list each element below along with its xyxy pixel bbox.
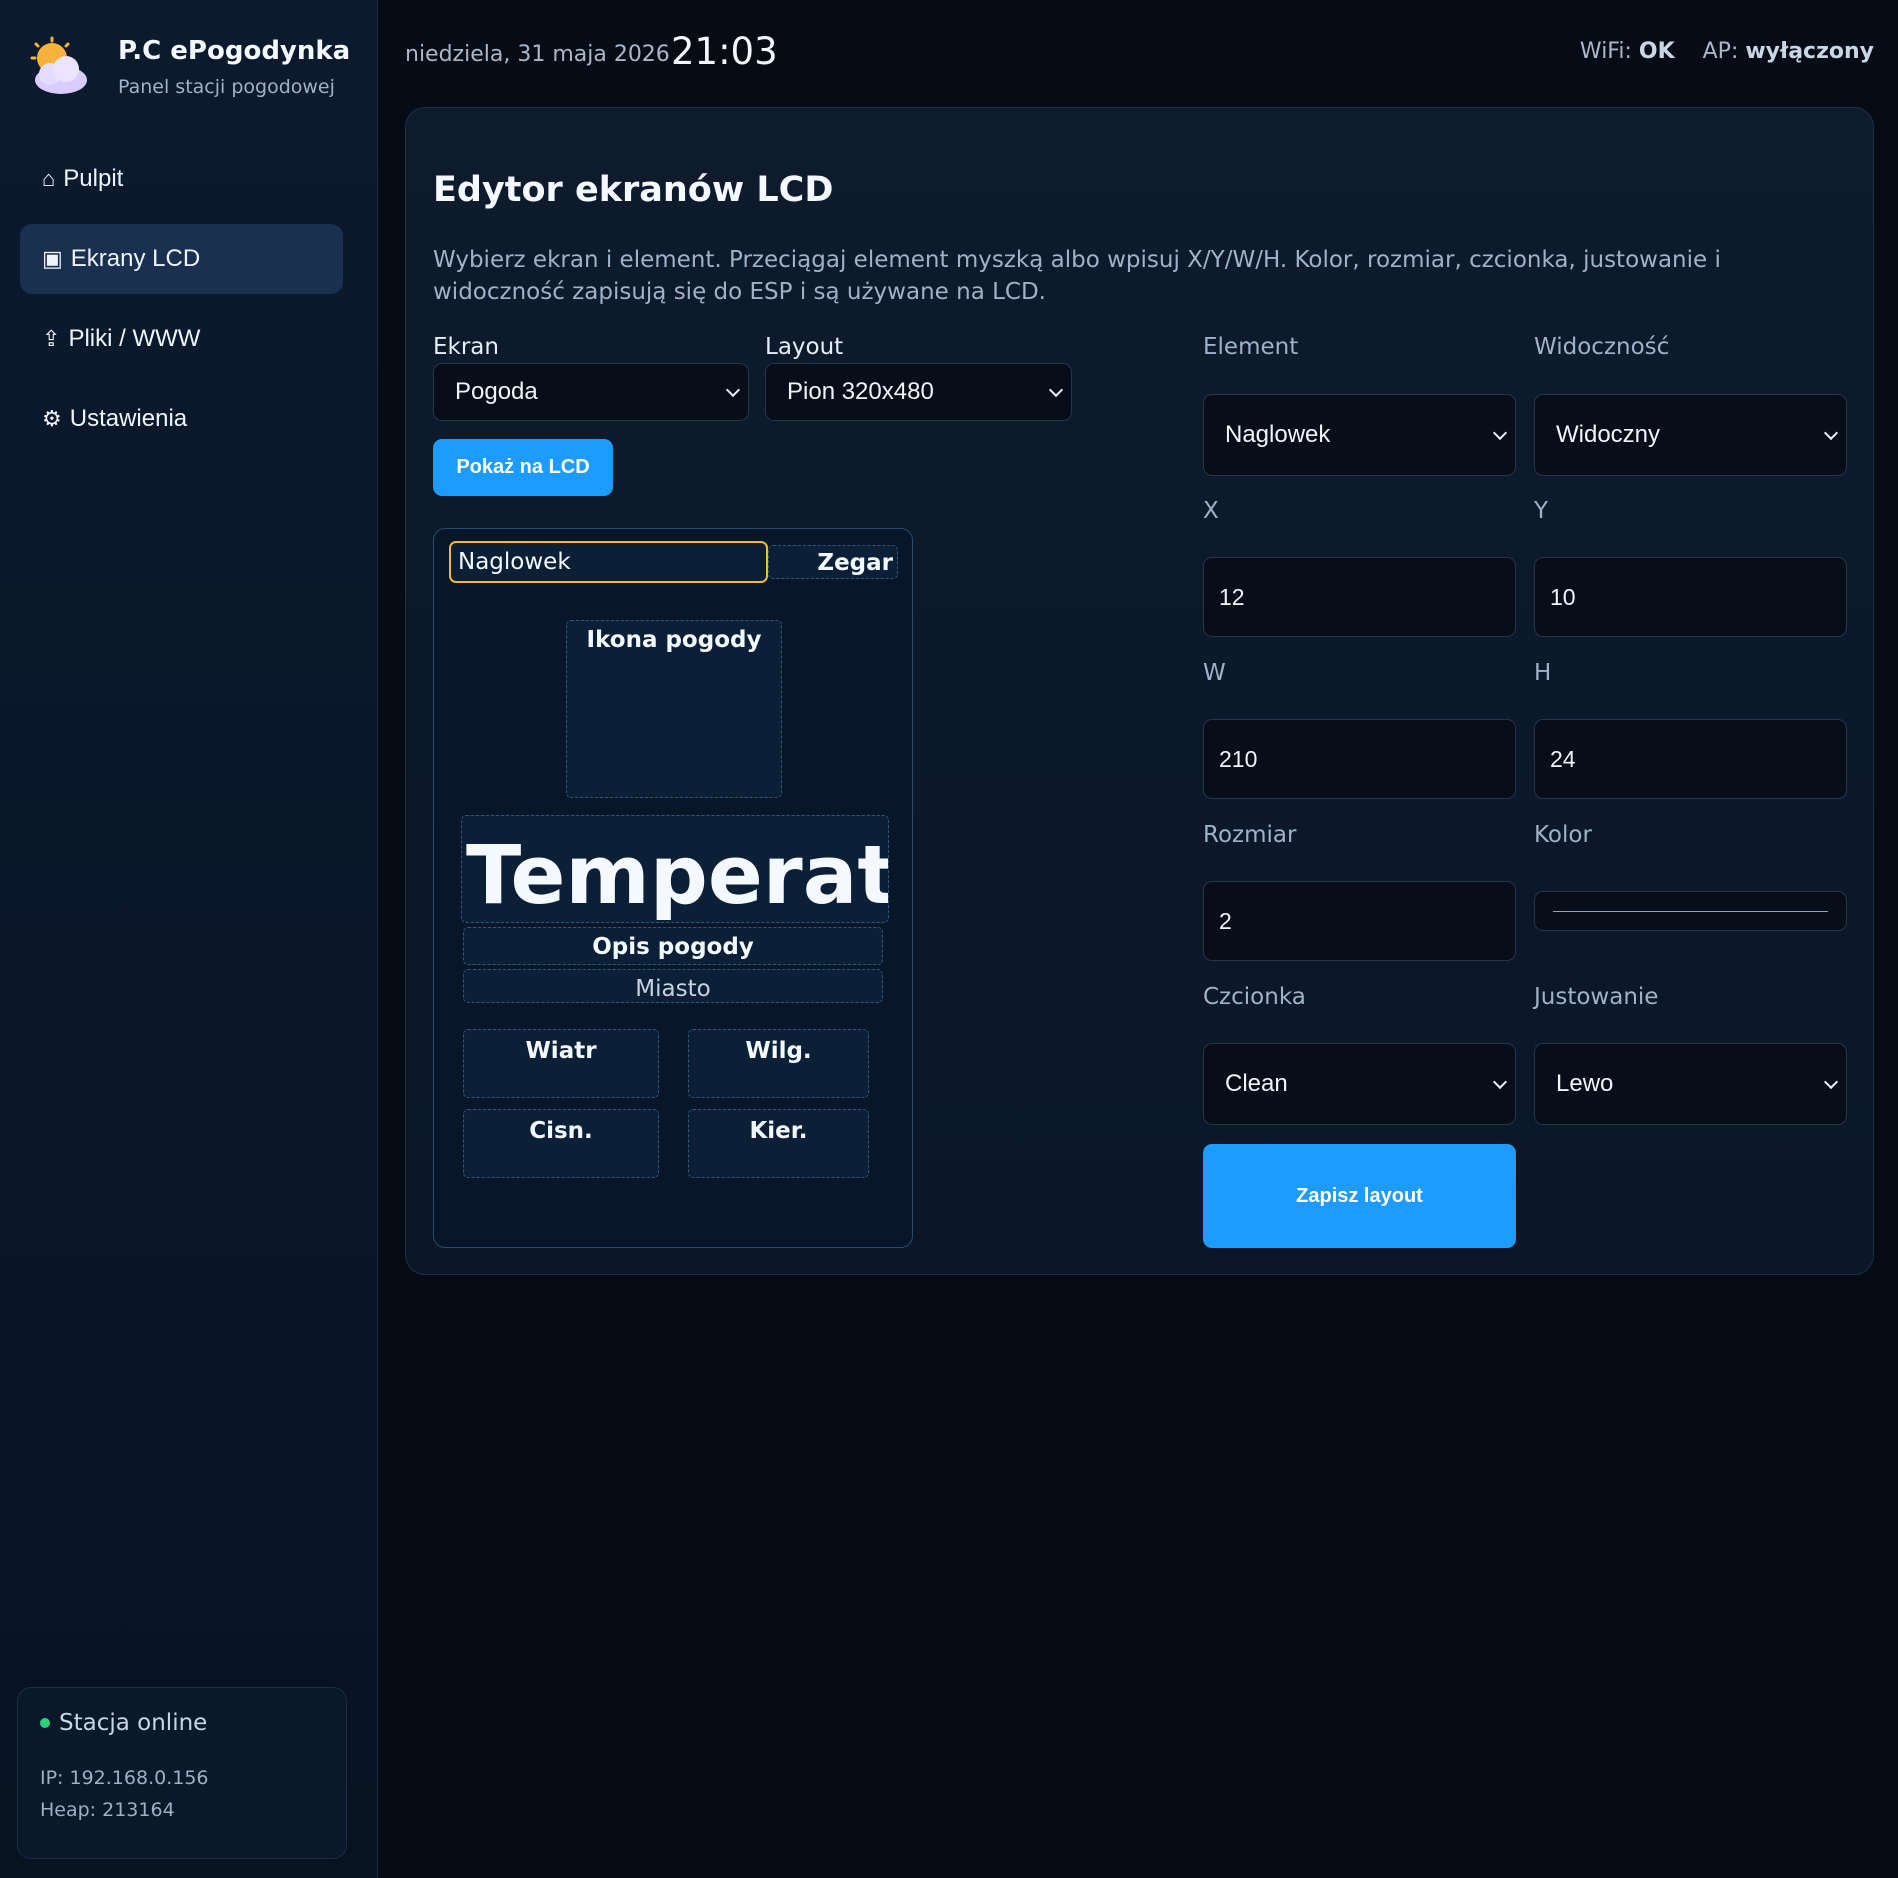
- lcd-element-description[interactable]: Opis pogody: [463, 927, 883, 965]
- wifi-value: OK: [1638, 39, 1675, 64]
- sidebar-item-label: Ustawienia: [69, 405, 188, 432]
- brand-subtitle: Panel stacji pogodowej: [118, 76, 335, 98]
- gear-icon: ⚙: [42, 406, 62, 431]
- screen-select[interactable]: Pogoda: [433, 363, 749, 421]
- size-label: Rozmiar: [1203, 822, 1297, 848]
- station-status-card: Stacja online IP: 192.168.0.156 Heap: 21…: [17, 1687, 347, 1859]
- align-select[interactable]: Lewo: [1534, 1043, 1847, 1125]
- y-label: Y: [1534, 498, 1549, 524]
- layout-select[interactable]: Pion 320x480: [765, 363, 1072, 421]
- show-on-lcd-button[interactable]: Pokaż na LCD: [433, 439, 613, 496]
- chevron-down-icon: [1492, 425, 1508, 441]
- chevron-down-icon: [725, 382, 741, 398]
- sidebar-item-label: Pulpit: [63, 165, 124, 192]
- current-date: niedziela, 31 maja 2026: [405, 42, 670, 67]
- chevron-down-icon: [1823, 1074, 1839, 1090]
- x-input[interactable]: 12: [1203, 557, 1516, 637]
- color-swatch: [1553, 911, 1828, 912]
- status-heap: Heap: 213164: [40, 1799, 175, 1821]
- chevron-down-icon: [1048, 382, 1064, 398]
- lcd-element-pressure[interactable]: Cisn.: [463, 1109, 659, 1178]
- font-select[interactable]: Clean: [1203, 1043, 1516, 1125]
- x-label: X: [1203, 498, 1219, 524]
- brand-title: P.C ePogodynka: [118, 36, 351, 66]
- visibility-select[interactable]: Widoczny: [1534, 394, 1847, 476]
- upload-icon: ⇪: [42, 326, 61, 351]
- color-picker[interactable]: [1534, 891, 1847, 931]
- brand: P.C ePogodynka Panel stacji pogodowej: [28, 36, 350, 98]
- w-label: W: [1203, 660, 1226, 686]
- h-label: H: [1534, 660, 1552, 686]
- lcd-preview[interactable]: Naglowek Zegar Ikona pogody Temperatura …: [433, 528, 913, 1248]
- weather-logo-icon: [28, 36, 90, 98]
- element-label: Element: [1203, 334, 1299, 360]
- editor-description: Wybierz ekran i element. Przeciągaj elem…: [433, 247, 1721, 305]
- screen-select-value: Pogoda: [455, 378, 538, 405]
- layout-label: Layout: [765, 334, 844, 360]
- chevron-down-icon: [1492, 1074, 1508, 1090]
- status-text: Stacja online: [59, 1710, 208, 1736]
- element-select[interactable]: Naglowek: [1203, 394, 1516, 476]
- sidebar-item-label: Ekrany LCD: [70, 245, 201, 272]
- save-layout-button[interactable]: Zapisz layout: [1203, 1144, 1516, 1248]
- visibility-select-value: Widoczny: [1556, 421, 1661, 448]
- font-label: Czcionka: [1203, 984, 1306, 1010]
- sidebar-item-label: Pliki / WWW: [68, 325, 201, 352]
- lcd-element-weather-icon[interactable]: Ikona pogody: [566, 620, 782, 798]
- sidebar: P.C ePogodynka Panel stacji pogodowej ⌂ …: [0, 0, 378, 1878]
- lcd-element-direction[interactable]: Kier.: [688, 1109, 869, 1178]
- chevron-down-icon: [1823, 425, 1839, 441]
- current-time: 21:03: [671, 30, 778, 73]
- station-status: Stacja online: [40, 1710, 324, 1736]
- lcd-element-header[interactable]: Naglowek: [449, 541, 768, 583]
- screen-icon: ▣: [42, 246, 63, 271]
- lcd-element-humidity[interactable]: Wilg.: [688, 1029, 869, 1098]
- size-input[interactable]: 2: [1203, 881, 1516, 961]
- status-dot-icon: [40, 1718, 50, 1728]
- lcd-element-city[interactable]: Miasto: [463, 969, 883, 1003]
- top-bar: niedziela, 31 maja 2026 21:03 WiFi: OK A…: [405, 28, 1874, 78]
- ap-value: wyłączony: [1745, 39, 1874, 64]
- sidebar-item-ustawienia[interactable]: ⚙ Ustawienia: [20, 384, 343, 454]
- sidebar-item-ekrany-lcd[interactable]: ▣ Ekrany LCD: [20, 224, 343, 294]
- sidebar-item-pulpit[interactable]: ⌂ Pulpit: [20, 150, 343, 208]
- ap-label: AP:: [1702, 39, 1739, 64]
- align-select-value: Lewo: [1556, 1070, 1614, 1097]
- w-input[interactable]: 210: [1203, 719, 1516, 799]
- element-select-value: Naglowek: [1225, 421, 1331, 448]
- network-status: WiFi: OK AP: wyłączony: [1580, 39, 1874, 64]
- lcd-element-wind[interactable]: Wiatr: [463, 1029, 659, 1098]
- font-select-value: Clean: [1225, 1070, 1288, 1097]
- align-label: Justowanie: [1534, 984, 1659, 1010]
- home-icon: ⌂: [42, 166, 56, 191]
- h-input[interactable]: 24: [1534, 719, 1847, 799]
- wifi-label: WiFi:: [1579, 39, 1632, 64]
- lcd-editor-card: Edytor ekranów LCD Wybierz ekran i eleme…: [405, 107, 1874, 1275]
- layout-select-value: Pion 320x480: [787, 378, 934, 405]
- color-label: Kolor: [1534, 822, 1592, 848]
- page-title: Edytor ekranów LCD: [433, 170, 834, 210]
- sidebar-nav: ⌂ Pulpit ▣ Ekrany LCD ⇪ Pliki / WWW ⚙ Us…: [20, 150, 343, 464]
- lcd-element-clock[interactable]: Zegar: [768, 545, 898, 579]
- lcd-element-temperature[interactable]: Temperatura: [461, 815, 889, 923]
- y-input[interactable]: 10: [1534, 557, 1847, 637]
- visibility-label: Widoczność: [1534, 334, 1670, 360]
- screen-label: Ekran: [433, 334, 499, 360]
- status-ip: IP: 192.168.0.156: [40, 1767, 209, 1789]
- sidebar-item-pliki-www[interactable]: ⇪ Pliki / WWW: [20, 304, 343, 374]
